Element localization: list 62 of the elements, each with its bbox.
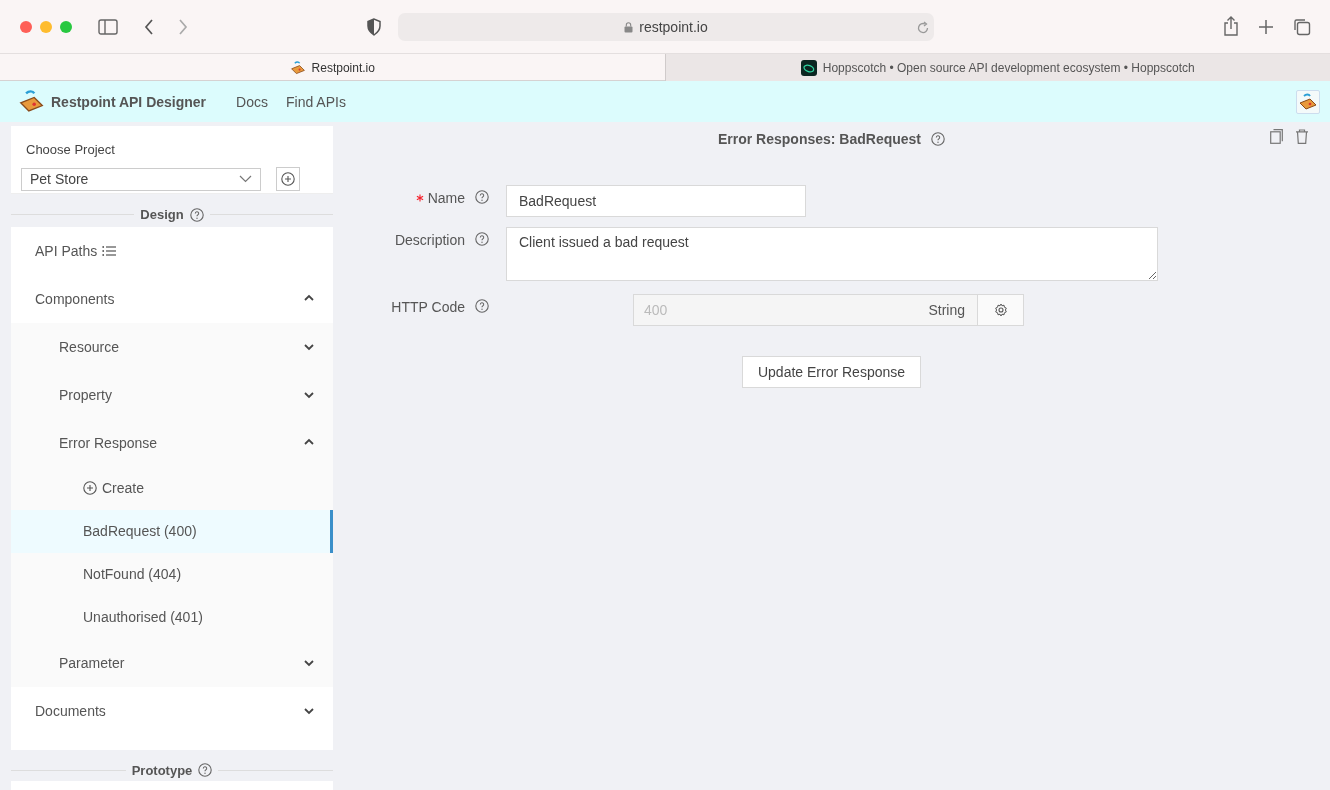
create-item[interactable]: Create [83,480,145,497]
help-icon[interactable] [189,207,204,222]
page-title: Error Responses: BadRequest [717,130,922,147]
description-field[interactable]: Client issued a bad request [506,227,1158,281]
favicon [289,59,306,76]
menu-group[interactable]: Property [59,386,112,403]
menu-group[interactable]: Parameter [59,654,125,671]
help-icon[interactable] [475,299,489,313]
menu-group[interactable]: Documents [35,702,106,719]
type-label: String [928,294,977,326]
close-button[interactable] [20,20,32,33]
menu-group[interactable]: Components [35,290,115,307]
plus-circle-icon [281,172,295,186]
nav-item[interactable]: API Paths [35,242,117,259]
section-title: Design [140,207,184,223]
chevron-down-icon[interactable] [303,389,315,401]
field-label: Choose Project [26,142,116,157]
plus-circle-icon [83,481,97,496]
shield-icon[interactable] [366,18,382,36]
share-icon[interactable] [1223,16,1239,36]
user-avatar[interactable] [1296,89,1320,114]
help-icon[interactable] [198,763,213,778]
menu-item[interactable]: BadRequest (400) [11,509,333,553]
browser-tab[interactable]: Hoppscotch • Open source API development ecosystem • Hoppscotch [664,54,1330,81]
add-project-button[interactable] [276,167,300,191]
field-label: HTTP Code [391,299,465,315]
avatar-logo-icon [1298,91,1318,112]
back-icon[interactable] [143,18,155,36]
app-title: Restpoint API Designer [51,93,207,110]
tabs-icon[interactable] [1293,18,1311,36]
favicon [800,59,817,76]
help-icon[interactable] [475,190,489,204]
chevron-down-icon[interactable] [303,657,315,669]
chevron-down-icon[interactable] [303,705,315,717]
logo-icon [18,88,45,115]
nav-link[interactable]: Docs [236,93,268,110]
project-select[interactable]: Pet Store [21,167,261,191]
chevron-down-icon [239,175,252,183]
menu-group[interactable]: Error Response [59,434,158,451]
name-input[interactable]: BadRequest [506,185,806,217]
plus-icon[interactable] [1258,19,1274,35]
sidebar-icon[interactable] [98,18,118,36]
url-text[interactable]: restpoint.io [639,19,708,35]
chevron-down-icon[interactable] [303,341,315,353]
help-icon[interactable] [931,131,946,146]
copy-icon[interactable] [1270,129,1283,144]
settings-button[interactable] [977,294,1024,326]
browser-tab[interactable]: Restpoint.io [0,54,665,81]
update-button[interactable]: Update Error Response [741,356,922,388]
reload-icon[interactable] [916,21,930,35]
list-icon [102,244,117,257]
field-label: Name [427,190,465,206]
settings-icon [993,303,1008,317]
lock-icon [624,21,634,33]
field-label: Description [394,232,465,248]
menu-item[interactable]: Unauthorised (401) [11,595,333,639]
menu-group[interactable]: Resource [59,338,119,355]
help-icon[interactable] [475,232,489,246]
menu-item[interactable]: NotFound (404) [11,552,333,596]
nav-link[interactable]: Find APIs [285,93,346,110]
trash-icon[interactable] [1295,129,1309,144]
section-title: Prototype [131,762,193,778]
